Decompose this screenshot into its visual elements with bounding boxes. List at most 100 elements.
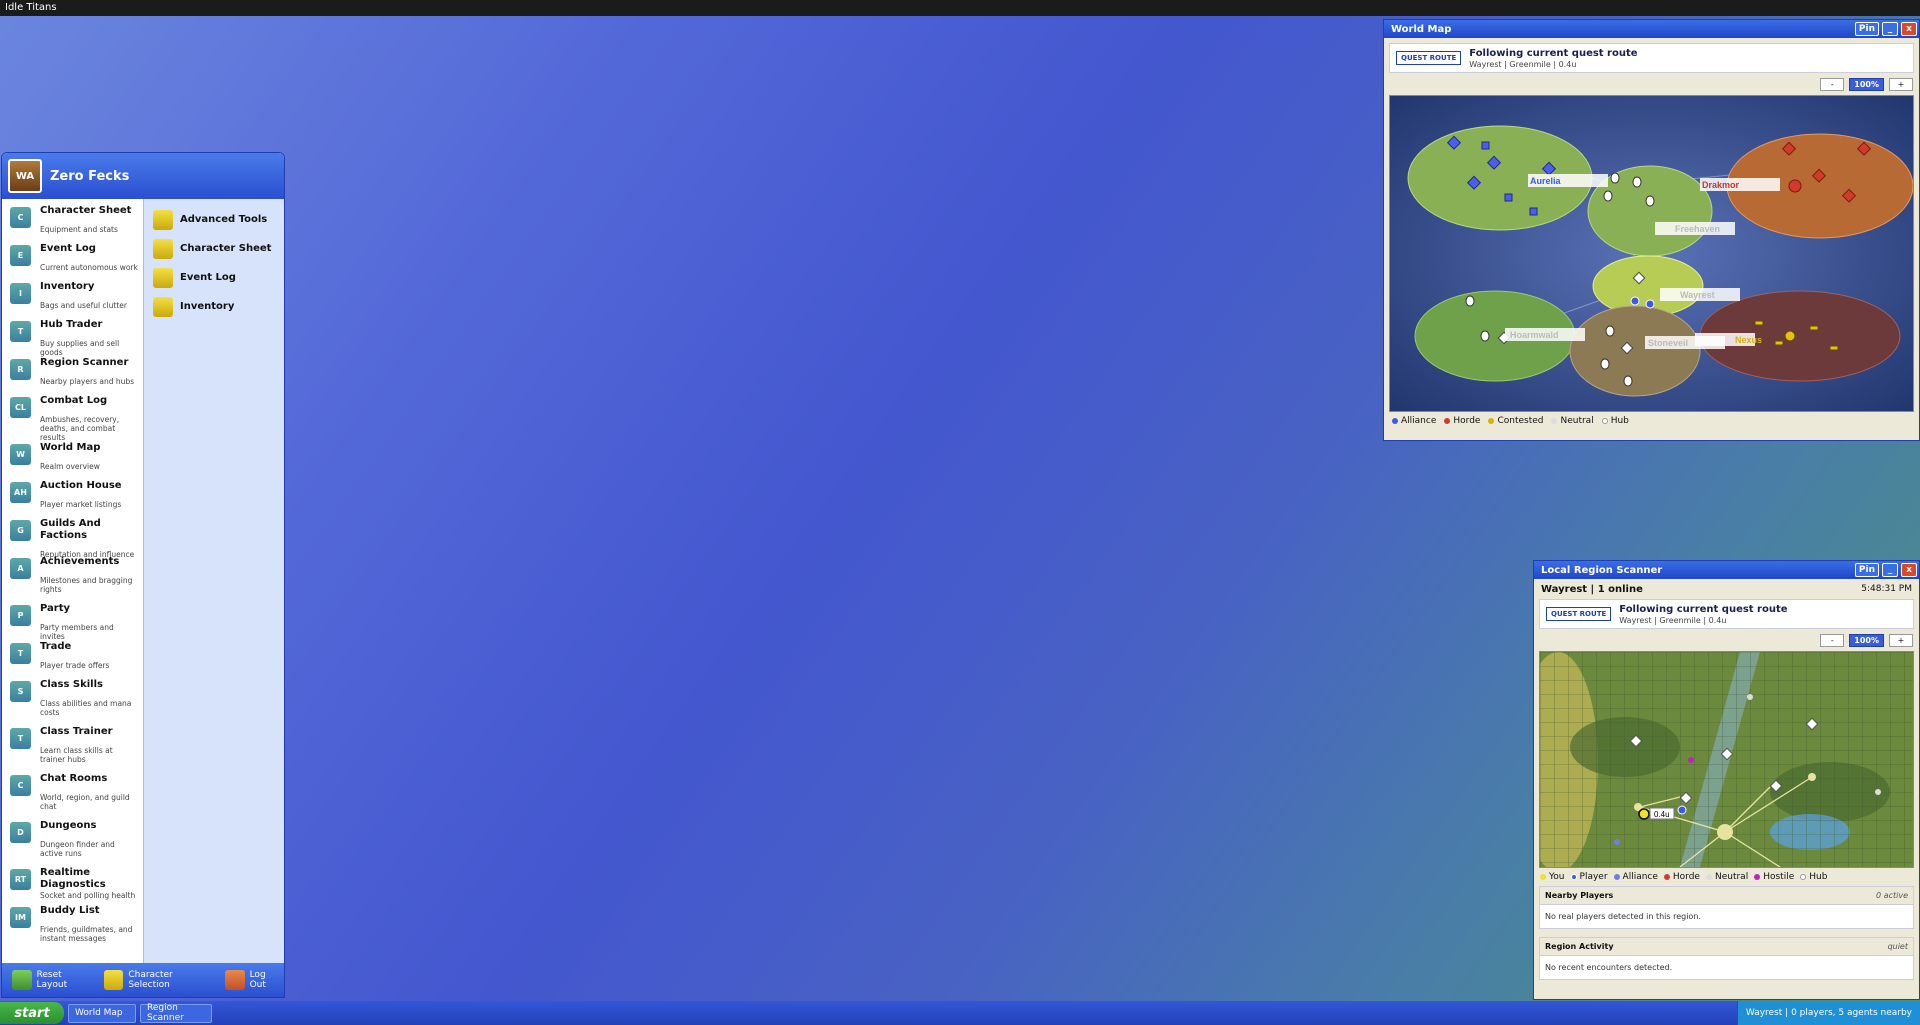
minimize-button[interactable]: _ bbox=[1882, 22, 1898, 36]
region-stoneveil-zone[interactable] bbox=[1569, 305, 1701, 397]
zoom-in-button[interactable]: + bbox=[1889, 634, 1913, 647]
minimize-button[interactable]: _ bbox=[1882, 563, 1898, 577]
inventory-icon bbox=[153, 296, 173, 317]
menu-item-subtitle: Realm overview bbox=[40, 462, 100, 471]
close-button[interactable]: x bbox=[1901, 22, 1917, 36]
avatar[interactable]: WA bbox=[8, 159, 42, 193]
legend-horde: Horde bbox=[1444, 416, 1480, 426]
region-label-nexus: Nexus bbox=[1735, 335, 1762, 345]
menu-item-character-sheet[interactable]: C Character Sheet Equipment and stats bbox=[2, 205, 143, 243]
menu-item-trade[interactable]: T Trade Player trade offers bbox=[2, 641, 143, 679]
menu-item-subtitle: Milestones and bragging rights bbox=[40, 576, 133, 594]
zoom-in-button[interactable]: + bbox=[1889, 78, 1913, 91]
guilds-icon: G bbox=[10, 520, 31, 541]
menu-item-subtitle: Class abilities and mana costs bbox=[40, 699, 132, 717]
menu-item-subtitle: Party members and invites bbox=[40, 623, 114, 641]
quest-route-panel: QUEST ROUTE Following current quest rout… bbox=[1389, 43, 1914, 73]
menu-item-title: Realtime Diagnostics bbox=[40, 867, 106, 890]
menu-item-title: Trade bbox=[40, 641, 72, 652]
scanner-map[interactable]: 0.4u bbox=[1539, 651, 1914, 868]
legend-neutral: Neutral bbox=[1551, 416, 1594, 426]
quest-route-tag[interactable]: QUEST ROUTE bbox=[1546, 607, 1612, 621]
menu-item-title: World Map bbox=[40, 442, 101, 453]
nearby-title: Nearby Players bbox=[1545, 891, 1614, 900]
pinned-advanced-tools[interactable]: Advanced Tools bbox=[144, 205, 284, 234]
pin-button[interactable]: Pin bbox=[1854, 563, 1879, 577]
menu-item-class-trainer[interactable]: T Class Trainer Learn class skills at trai… bbox=[2, 726, 143, 773]
pinned-label: Inventory bbox=[180, 301, 235, 312]
start-menu: WA Zero Fecks C Character Sheet Equipment … bbox=[1, 152, 285, 998]
menu-item-title: Auction House bbox=[40, 480, 122, 491]
menu-item-region-scanner[interactable]: R Region Scanner Nearby players and hubs bbox=[2, 357, 143, 395]
legend-contested: Contested bbox=[1488, 416, 1543, 426]
region-label-wayrest: Wayrest bbox=[1680, 290, 1715, 300]
menu-item-inventory[interactable]: I Inventory Bags and useful clutter bbox=[2, 281, 143, 319]
zoom-out-button[interactable]: - bbox=[1820, 78, 1845, 91]
legend-alliance: Alliance bbox=[1392, 416, 1436, 426]
reset-icon bbox=[12, 970, 32, 990]
class-skills-icon: S bbox=[10, 681, 31, 702]
route-title: Following current quest route bbox=[1469, 47, 1638, 59]
menu-item-auction-house[interactable]: AH Auction House Player market listings bbox=[2, 480, 143, 518]
legend-neutral: Neutral bbox=[1705, 872, 1748, 882]
pinned-character-sheet[interactable]: Character Sheet bbox=[144, 234, 284, 263]
menu-item-title: Party bbox=[40, 603, 71, 614]
inventory-icon: I bbox=[10, 283, 31, 304]
hub-trader-icon: T bbox=[10, 321, 31, 342]
taskbar-item-world-map[interactable]: World Map bbox=[68, 1003, 136, 1023]
start-button[interactable]: start bbox=[0, 1002, 64, 1024]
menu-item-dungeons[interactable]: D Dungeons Dungeon finder and active runs bbox=[2, 820, 143, 867]
menu-item-hub-trader[interactable]: T Hub Trader Buy supplies and sell goods bbox=[2, 319, 143, 357]
menu-item-guilds-and-factions[interactable]: G Guilds And Factions Reputation and influ… bbox=[2, 518, 143, 559]
legend-alliance: Alliance bbox=[1613, 872, 1658, 882]
log-out-button[interactable]: Log Out bbox=[225, 970, 284, 990]
chat-rooms-icon: C bbox=[10, 775, 31, 796]
world-map-title: World Map bbox=[1391, 23, 1452, 35]
achievements-icon: A bbox=[10, 558, 31, 579]
route-title: Following current quest route bbox=[1619, 603, 1788, 615]
quest-route-tag[interactable]: QUEST ROUTE bbox=[1396, 51, 1462, 65]
taskbar-item-region-scanner[interactable]: Region Scanner bbox=[140, 1003, 212, 1023]
activity-title: Region Activity bbox=[1545, 942, 1614, 951]
world-map-canvas[interactable]: Aurelia Drakmor Freehaven Wayrest Hoarmw… bbox=[1389, 95, 1914, 412]
zoom-level[interactable]: 100% bbox=[1849, 78, 1884, 91]
dungeons-icon: D bbox=[10, 822, 31, 843]
menu-item-title: Achievements bbox=[40, 556, 120, 567]
tools-icon bbox=[153, 209, 173, 230]
zoom-controls: - 100% + bbox=[1540, 634, 1913, 647]
start-menu-programs: C Character Sheet Equipment and stats E Eve… bbox=[2, 199, 143, 963]
world-map-legend: Alliance Horde Contested Neutral Hub bbox=[1384, 412, 1919, 430]
menu-item-achievements[interactable]: A Achievements Milestones and bragging rig… bbox=[2, 556, 143, 603]
diagnostics-icon: RT bbox=[10, 869, 31, 890]
close-button[interactable]: x bbox=[1901, 563, 1917, 577]
menu-item-event-log[interactable]: E Event Log Current autonomous work bbox=[2, 243, 143, 281]
scanner-title: Local Region Scanner bbox=[1541, 564, 1663, 576]
menu-item-subtitle: Learn class skills at trainer hubs bbox=[40, 746, 113, 764]
pinned-inventory[interactable]: Inventory bbox=[144, 292, 284, 321]
app-title: Idle Titans bbox=[5, 2, 57, 13]
menu-item-class-skills[interactable]: S Class Skills Class abilities and mana co… bbox=[2, 679, 143, 726]
menu-item-realtime-diagnostics[interactable]: RT Realtime Diagnostics Socket and polling… bbox=[2, 867, 143, 905]
legend-player: Player bbox=[1570, 872, 1608, 882]
menu-item-subtitle: Socket and polling health bbox=[40, 891, 136, 900]
menu-item-chat-rooms[interactable]: C Chat Rooms World, region, and guild chat bbox=[2, 773, 143, 820]
menu-item-subtitle: Dungeon finder and active runs bbox=[40, 840, 115, 858]
region-activity-section: Region Activity quiet No recent encounter… bbox=[1539, 937, 1914, 980]
menu-item-party[interactable]: P Party Party members and invites bbox=[2, 603, 143, 641]
menu-item-combat-log[interactable]: CL Combat Log Ambushes, recovery, deaths, … bbox=[2, 395, 143, 442]
reset-layout-button[interactable]: Reset Layout bbox=[12, 970, 94, 990]
legend-hub: Hub bbox=[1601, 416, 1629, 426]
auction-house-icon: AH bbox=[10, 482, 31, 503]
menu-item-buddy-list[interactable]: IM Buddy List Friends, guildmates, and ins… bbox=[2, 905, 143, 952]
class-trainer-icon: T bbox=[10, 728, 31, 749]
nearby-players-section: Nearby Players 0 active No real players d… bbox=[1539, 886, 1914, 929]
zoom-out-button[interactable]: - bbox=[1820, 634, 1845, 647]
pin-button[interactable]: Pin bbox=[1854, 22, 1879, 36]
character-selection-button[interactable]: Character Selection bbox=[103, 970, 215, 990]
menu-item-world-map[interactable]: W World Map Realm overview bbox=[2, 442, 143, 480]
route-detail: Wayrest | Greenmile | 0.4u bbox=[1619, 615, 1727, 625]
pinned-event-log[interactable]: Event Log bbox=[144, 263, 284, 292]
scanner-titlebar[interactable]: Local Region Scanner Pin _ x bbox=[1534, 561, 1919, 579]
zoom-level[interactable]: 100% bbox=[1849, 634, 1884, 647]
world-map-titlebar[interactable]: World Map Pin _ x bbox=[1384, 20, 1919, 38]
